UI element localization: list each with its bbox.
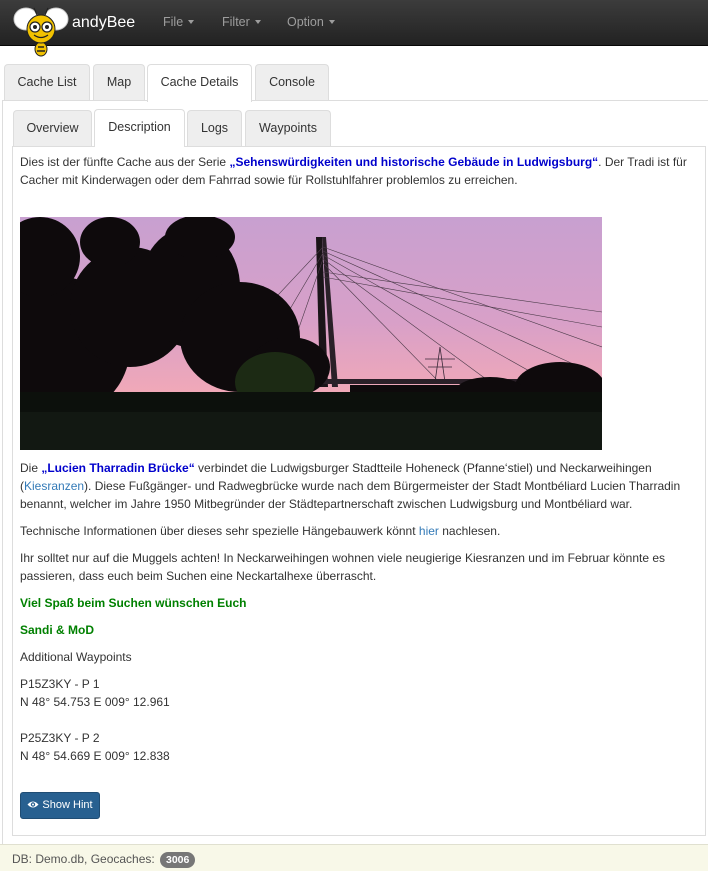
menu-file-label: File [163,15,184,29]
brand-name[interactable]: andyBee [72,14,135,32]
waypoint-1: P15Z3KY - P 1 N 48° 54.753 E 009° 12.961 [20,675,702,711]
bridge-name: „Lucien Tharradin Brücke“ [41,461,195,475]
bee-logo-icon[interactable] [12,3,70,57]
db-status-text: DB: Demo.db, Geocaches: [12,852,155,866]
show-hint-button[interactable]: Show Hint [20,792,100,819]
caret-down-icon [328,19,335,24]
menu-option[interactable]: Option [287,15,335,29]
menu-option-label: Option [287,15,324,29]
additional-waypoints-heading: Additional Waypoints [20,650,132,664]
tab-console[interactable]: Console [255,64,329,100]
bridge-text: Die [20,461,42,475]
caret-down-icon [188,19,195,24]
intro-paragraph: Dies ist der fünfte Cache aus der Serie … [20,153,700,189]
status-footer: DB: Demo.db, Geocaches: 3006 [0,844,708,871]
caret-down-icon [254,19,261,24]
geocache-count-badge: 3006 [160,852,196,868]
tab-waypoints[interactable]: Waypoints [245,110,331,146]
waypoint-2-coords: N 48° 54.669 E 009° 12.838 [20,749,170,763]
series-title: „Sehenswürdigkeiten und historische Gebä… [229,155,599,169]
signature-text: Sandi & MoD [20,623,94,637]
menu-filter[interactable]: Filter [222,15,261,29]
eye-icon [27,801,39,808]
bridge-text-end: ). Diese Fußgänger- und Radwegbrücke wur… [20,479,681,511]
navbar: andyBee File Filter Option [0,0,708,57]
main-tabs-divider [2,100,708,101]
tab-description[interactable]: Description [94,109,185,147]
intro-text: Dies ist der fünfte Cache aus der Serie [20,155,230,169]
tech-paragraph: Technische Informationen über dieses seh… [20,522,702,540]
bridge-photo [20,217,602,450]
tab-cache-details[interactable]: Cache Details [147,64,252,102]
tab-map[interactable]: Map [93,64,145,100]
tab-overview[interactable]: Overview [13,110,92,146]
hier-link[interactable]: hier [419,524,439,538]
tech-text-end: nachlesen. [438,524,501,538]
muggels-paragraph: Ihr solltet nur auf die Muggels achten! … [20,551,666,583]
tab-logs[interactable]: Logs [187,110,242,146]
bridge-paragraph: Die „Lucien Tharradin Brücke“ verbindet … [20,459,702,513]
waypoint-1-coords: N 48° 54.753 E 009° 12.961 [20,695,170,709]
kiesranzen-link[interactable]: Kiesranzen [24,479,84,493]
waypoint-2-name: P25Z3KY - P 2 [20,731,100,745]
show-hint-label: Show Hint [42,799,93,811]
greeting-text: Viel Spaß beim Suchen wünschen Euch [20,596,247,610]
menu-file[interactable]: File [163,15,195,29]
waypoint-2: P25Z3KY - P 2 N 48° 54.669 E 009° 12.838 [20,729,702,765]
tab-cache-list[interactable]: Cache List [4,64,90,100]
tech-text: Technische Informationen über dieses seh… [20,524,419,538]
waypoint-1-name: P15Z3KY - P 1 [20,677,100,691]
menu-filter-label: Filter [222,15,250,29]
